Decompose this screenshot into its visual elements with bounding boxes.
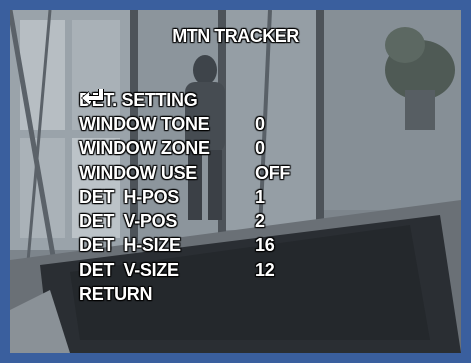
menu-item-det-h-pos[interactable]: DET H-POS 1 <box>79 185 315 209</box>
menu-item-label: WINDOW USE <box>79 162 197 183</box>
menu-item-label: DET V-SIZE <box>79 259 179 280</box>
osd-menu-list: DET. SETTING WINDOW TONE 0 WINDOW ZONE 0… <box>79 88 315 307</box>
menu-item-det-setting[interactable]: DET. SETTING <box>79 88 315 112</box>
menu-item-value: 1 <box>255 186 265 207</box>
menu-item-det-h-size[interactable]: DET H-SIZE 16 <box>79 234 315 258</box>
menu-item-value: 0 <box>255 138 265 159</box>
menu-item-label: WINDOW ZONE <box>79 138 210 159</box>
osd-menu-overlay: MTN TRACKER DET. SETTING WINDOW TONE 0 W… <box>10 10 461 353</box>
menu-item-value: 16 <box>255 235 275 256</box>
menu-item-label: DET. SETTING <box>79 89 198 110</box>
menu-item-det-v-size[interactable]: DET V-SIZE 12 <box>79 258 315 282</box>
monitor-frame: MTN TRACKER DET. SETTING WINDOW TONE 0 W… <box>0 0 471 363</box>
enter-arrow-icon <box>81 89 104 105</box>
menu-item-window-zone[interactable]: WINDOW ZONE 0 <box>79 137 315 161</box>
menu-item-label: DET H-POS <box>79 186 180 207</box>
camera-feed: MTN TRACKER DET. SETTING WINDOW TONE 0 W… <box>10 10 461 353</box>
menu-item-label: DET H-SIZE <box>79 235 181 256</box>
menu-item-det-v-pos[interactable]: DET V-POS 2 <box>79 209 315 233</box>
menu-item-window-use[interactable]: WINDOW USE OFF <box>79 161 315 185</box>
menu-item-label: WINDOW TONE <box>79 113 210 134</box>
menu-item-return[interactable]: RETURN <box>79 282 315 306</box>
menu-item-label: RETURN <box>79 284 153 305</box>
menu-item-window-tone[interactable]: WINDOW TONE 0 <box>79 112 315 136</box>
menu-item-value: OFF <box>255 162 291 183</box>
menu-item-value: 2 <box>255 211 265 232</box>
menu-item-label: DET V-POS <box>79 211 178 232</box>
menu-item-value: 0 <box>255 113 265 134</box>
osd-title: MTN TRACKER <box>172 26 299 46</box>
menu-item-value: 12 <box>255 259 275 280</box>
